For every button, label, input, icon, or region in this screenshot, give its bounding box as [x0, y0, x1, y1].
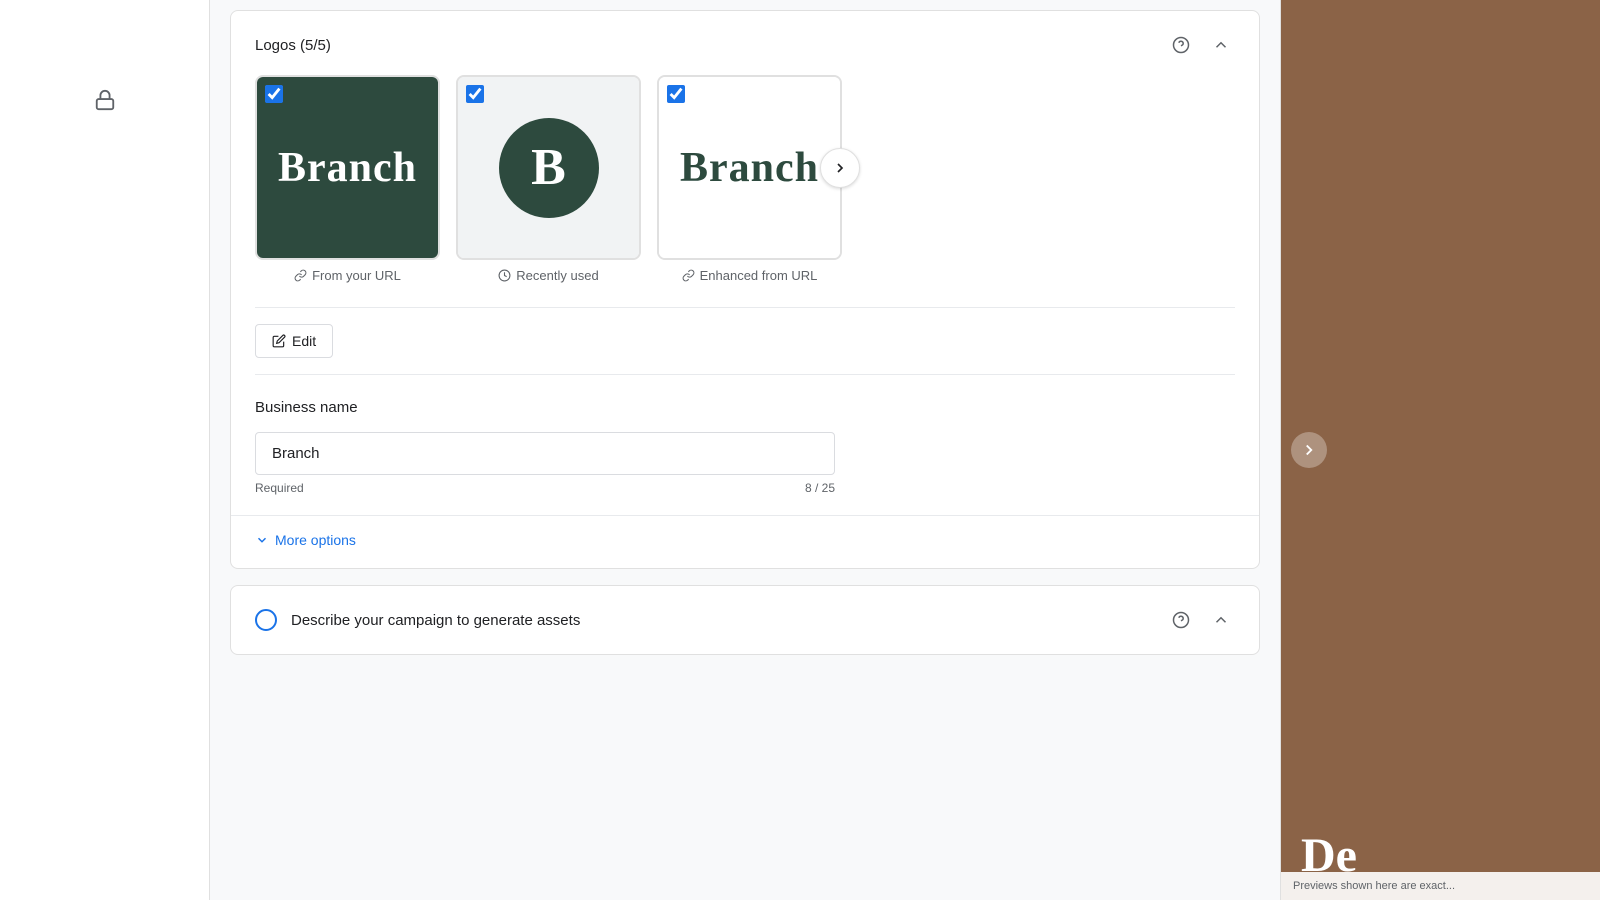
- logo-cards: Branch From your URL: [255, 75, 1235, 283]
- lock-icon: [85, 80, 125, 120]
- clock-icon-circle: [498, 269, 511, 282]
- describe-campaign-section: Describe your campaign to generate asset…: [230, 585, 1260, 655]
- logos-title: Logos (5/5): [255, 37, 331, 54]
- logo-card-label-circle: Recently used: [456, 268, 641, 283]
- logo-card-label-light: Enhanced from URL: [657, 268, 842, 283]
- logo-card-inner-light: Branch: [659, 77, 840, 258]
- logo-card-label-text-dark: From your URL: [312, 268, 401, 283]
- preview-nav-arrow[interactable]: [1291, 432, 1327, 468]
- preview-image-area: De: [1281, 0, 1600, 900]
- more-options-section: More options: [231, 515, 1259, 568]
- edit-button[interactable]: Edit: [255, 324, 333, 358]
- describe-left: Describe your campaign to generate asset…: [255, 609, 580, 631]
- business-name-label: Business name: [255, 399, 1235, 416]
- logo-cards-wrapper: Branch From your URL: [255, 75, 1235, 283]
- input-char-count: 8 / 25: [805, 481, 835, 495]
- logo-card-light[interactable]: Branch: [657, 75, 842, 260]
- describe-circle-icon: [255, 609, 277, 631]
- preview-panel: De Previews shown here are exact...: [1280, 0, 1600, 900]
- logos-header-icons: [1167, 31, 1235, 59]
- describe-header-icons: [1167, 606, 1235, 634]
- list-item: B Recently used: [456, 75, 641, 283]
- link-icon-dark: [294, 269, 307, 282]
- edit-section: Edit: [231, 308, 1259, 374]
- logo-cards-next-arrow[interactable]: [820, 148, 860, 188]
- branch-text-light-card: Branch: [680, 144, 819, 192]
- branch-text-dark-card: Branch: [278, 144, 417, 192]
- logo-card-label-dark: From your URL: [255, 268, 440, 283]
- list-item: Branch From your URL: [255, 75, 440, 283]
- branch-circle: B: [499, 118, 599, 218]
- logo-card-label-text-light: Enhanced from URL: [700, 268, 818, 283]
- logo-card-checkbox-dark[interactable]: [265, 85, 283, 103]
- logo-card-checkbox-light[interactable]: [667, 85, 685, 103]
- logos-section-header: Logos (5/5): [255, 31, 1235, 59]
- sidebar: [0, 0, 210, 900]
- logos-help-icon[interactable]: [1167, 31, 1195, 59]
- logo-card-label-text-circle: Recently used: [516, 268, 598, 283]
- logos-collapse-icon[interactable]: [1207, 31, 1235, 59]
- edit-button-label: Edit: [292, 333, 316, 349]
- preview-footnote: Previews shown here are exact...: [1281, 872, 1600, 900]
- business-name-input[interactable]: [255, 432, 835, 475]
- describe-title: Describe your campaign to generate asset…: [291, 612, 580, 629]
- logo-card-circle[interactable]: B: [456, 75, 641, 260]
- branch-icon-letter: B: [531, 138, 566, 197]
- list-item: Branch: [657, 75, 842, 283]
- describe-collapse-icon[interactable]: [1207, 606, 1235, 634]
- logos-section: Logos (5/5): [231, 11, 1259, 307]
- chevron-down-icon: [255, 533, 269, 547]
- logos-business-panel: Logos (5/5): [230, 10, 1260, 569]
- input-required-text: Required: [255, 481, 304, 495]
- business-name-section: Business name Required 8 / 25: [231, 375, 1259, 515]
- input-meta: Required 8 / 25: [255, 481, 835, 495]
- logo-card-inner-dark: Branch: [257, 77, 438, 258]
- main-content: Logos (5/5): [210, 0, 1280, 900]
- more-options-label: More options: [275, 532, 356, 548]
- more-options-button[interactable]: More options: [255, 532, 356, 548]
- link-icon-light: [682, 269, 695, 282]
- edit-icon: [272, 334, 286, 348]
- logo-card-inner-circle: B: [458, 77, 639, 258]
- logo-card-checkbox-circle[interactable]: [466, 85, 484, 103]
- describe-help-icon[interactable]: [1167, 606, 1195, 634]
- logo-card-dark[interactable]: Branch: [255, 75, 440, 260]
